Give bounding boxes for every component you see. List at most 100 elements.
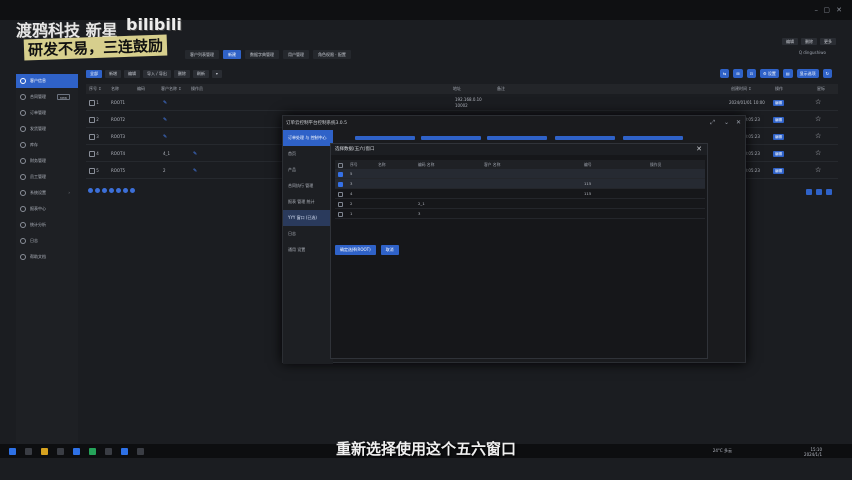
- dialog-row[interactable]: 4 115: [335, 189, 705, 199]
- top-more-button[interactable]: 更多: [820, 38, 836, 45]
- star-icon[interactable]: ☆: [815, 98, 821, 106]
- cancel-button[interactable]: 取消: [380, 245, 399, 255]
- row-checkbox[interactable]: [89, 134, 95, 140]
- menu-item[interactable]: 报表 管理 统计: [283, 194, 333, 210]
- row-checkbox[interactable]: [89, 168, 95, 174]
- tab-new[interactable]: 新建: [223, 50, 241, 59]
- function-tab[interactable]: [421, 136, 481, 140]
- reload-icon[interactable]: ↻: [822, 69, 832, 78]
- page-dot[interactable]: [95, 188, 100, 193]
- column-header[interactable]: 编号: [581, 160, 647, 169]
- sidebar-item-help[interactable]: 帮助文档: [16, 250, 78, 264]
- dialog-row[interactable]: 2 2_1: [335, 199, 705, 209]
- prev-page-button[interactable]: [806, 189, 812, 195]
- edit-icon[interactable]: ✎: [163, 117, 167, 123]
- page-dot[interactable]: [116, 188, 121, 193]
- column-header[interactable]: 客户名称 ↕: [158, 84, 188, 94]
- minimize-button[interactable]: –: [815, 6, 819, 14]
- top-edit-button[interactable]: 编辑: [782, 38, 798, 45]
- edit-icon[interactable]: ✎: [193, 151, 197, 157]
- column-header[interactable]: 地址: [450, 84, 494, 94]
- refresh-button[interactable]: 刷新: [192, 70, 209, 78]
- menu-item[interactable]: YYY 窗口 (已选): [283, 210, 333, 226]
- list-icon[interactable]: ▤: [782, 69, 793, 78]
- delete-button[interactable]: 删除: [173, 70, 190, 78]
- edit-icon[interactable]: ✎: [163, 134, 167, 140]
- function-tab[interactable]: [623, 136, 683, 140]
- confirm-select-button[interactable]: 确定选择(ROOT): [335, 245, 376, 255]
- edit-button[interactable]: 编辑: [124, 70, 140, 78]
- row-checkbox[interactable]: [338, 201, 343, 207]
- column-header[interactable]: 操作员: [647, 160, 705, 169]
- next-page-button[interactable]: [816, 189, 822, 195]
- filter-all-button[interactable]: 全部: [86, 70, 102, 78]
- page-dot[interactable]: [123, 188, 128, 193]
- row-checkbox[interactable]: [338, 191, 343, 197]
- page-dot[interactable]: [130, 188, 135, 193]
- sidebar-item-stats[interactable]: 统计分析: [16, 218, 78, 232]
- column-header[interactable]: 操作员: [188, 84, 438, 94]
- sidebar-item-inventory[interactable]: 库存: [16, 138, 78, 152]
- row-edit-button[interactable]: 编辑: [773, 100, 784, 106]
- row-checkbox[interactable]: [89, 117, 95, 123]
- menu-item[interactable]: 日志: [283, 226, 333, 242]
- menu-item[interactable]: 订单处理 与 控制中心: [283, 130, 333, 146]
- sidebar-item-settings[interactable]: 系统设置 ›: [16, 186, 78, 200]
- chevron-down-icon[interactable]: ⌄: [724, 119, 729, 126]
- sidebar-item-finance[interactable]: 财务管理: [16, 154, 78, 168]
- row-checkbox[interactable]: [338, 211, 343, 217]
- sidebar-item-orders[interactable]: 订单管理: [16, 106, 78, 120]
- row-edit-button[interactable]: 编辑: [773, 117, 784, 123]
- edit-icon[interactable]: ✎: [193, 168, 197, 174]
- dialog-row[interactable]: 1 3: [335, 209, 705, 219]
- menu-item[interactable]: 通用 设置: [283, 242, 333, 258]
- sidebar-item-customers[interactable]: 客户信息: [16, 74, 78, 88]
- function-tab[interactable]: [555, 136, 615, 140]
- dialog-row[interactable]: 3 115: [335, 179, 705, 189]
- menu-item[interactable]: 产品: [283, 162, 333, 178]
- menu-item[interactable]: 合同执行 管理: [283, 178, 333, 194]
- function-tab[interactable]: [355, 136, 415, 140]
- table-row[interactable]: 1 ROOT1 ✎ 192.168.0.10 10002 2024/01/01 …: [86, 94, 838, 111]
- top-delete-button[interactable]: 删除: [801, 38, 817, 45]
- import-export-button[interactable]: 导入 / 导出: [143, 70, 171, 78]
- last-page-button[interactable]: [826, 189, 832, 195]
- star-icon[interactable]: ☆: [815, 115, 821, 123]
- row-checkbox[interactable]: [338, 171, 343, 177]
- user-search[interactable]: Q dingushiwo: [799, 50, 826, 55]
- more-dropdown[interactable]: ▾: [211, 70, 222, 78]
- tab-dictionary[interactable]: 数据字典管理: [245, 50, 279, 59]
- sidebar-item-shipping[interactable]: 发货管理: [16, 122, 78, 136]
- column-header[interactable]: 备注: [494, 84, 714, 94]
- column-header[interactable]: 名称: [375, 160, 415, 169]
- column-header[interactable]: 创建时间 ↕: [728, 84, 772, 94]
- swap-icon[interactable]: ⇆: [719, 69, 730, 78]
- maximize-button[interactable]: ▢: [823, 6, 830, 14]
- sidebar-item-contracts[interactable]: 合同管理 new: [16, 90, 78, 104]
- add-button[interactable]: 新增: [105, 70, 121, 78]
- dialog-row[interactable]: 5: [335, 169, 705, 179]
- row-checkbox[interactable]: [89, 100, 95, 106]
- sidebar-item-logs[interactable]: 日志: [16, 234, 78, 248]
- row-edit-button[interactable]: 编辑: [773, 151, 784, 157]
- row-checkbox[interactable]: [338, 181, 343, 187]
- sidebar-item-reports[interactable]: 报表中心: [16, 202, 78, 216]
- close-button[interactable]: ✕: [836, 6, 842, 14]
- tab-roles[interactable]: 角色权限 · 配置: [313, 50, 351, 59]
- pin-icon[interactable]: ⤢: [710, 119, 715, 127]
- sidebar-item-staff[interactable]: 员工管理: [16, 170, 78, 184]
- close-icon[interactable]: ✕: [696, 145, 702, 153]
- page-dot[interactable]: [102, 188, 107, 193]
- page-dot[interactable]: [88, 188, 93, 193]
- close-icon[interactable]: ✕: [736, 119, 741, 126]
- star-icon[interactable]: ☆: [815, 166, 821, 174]
- column-header[interactable]: 编码: [134, 84, 158, 94]
- menu-item[interactable]: 首页: [283, 146, 333, 162]
- tab-users[interactable]: 用户管理: [283, 50, 309, 59]
- edit-icon[interactable]: ✎: [163, 100, 167, 106]
- row-checkbox[interactable]: [89, 151, 95, 157]
- page-dot[interactable]: [109, 188, 114, 193]
- column-header[interactable]: 编码 名称: [415, 160, 481, 169]
- layout-icon[interactable]: ⊡: [746, 69, 756, 78]
- row-edit-button[interactable]: 编辑: [773, 168, 784, 174]
